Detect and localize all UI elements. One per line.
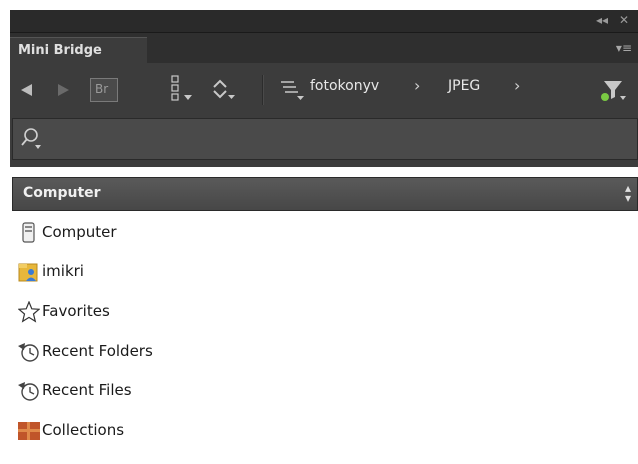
tab-row: Mini Bridge ▾≡: [10, 33, 638, 64]
star-icon: [18, 301, 40, 323]
list-item-label: Computer: [42, 223, 117, 241]
list-item-computer[interactable]: Computer: [18, 220, 318, 246]
navigation-toolbar: Br fotokonyv › JPEG ›: [10, 63, 638, 117]
toolbar-divider: [262, 75, 264, 105]
panel-menu-icon[interactable]: ▾≡: [616, 41, 632, 55]
search-input[interactable]: [12, 118, 638, 160]
breadcrumb-jpeg[interactable]: JPEG: [448, 78, 480, 94]
list-item-label: Collections: [42, 421, 125, 439]
sort-icon[interactable]: [210, 77, 236, 103]
close-icon[interactable]: ✕: [619, 12, 629, 28]
computer-icon: [22, 222, 35, 243]
list-item-recent-folders[interactable]: Recent Folders: [18, 339, 318, 365]
mini-bridge-panel: ◂◂ ✕ Mini Bridge ▾≡ Br fotokonyv › JPEG …: [10, 10, 638, 464]
tab-mini-bridge[interactable]: Mini Bridge: [10, 37, 147, 64]
list-item-recent-files[interactable]: Recent Files: [18, 378, 318, 404]
list-item-label: Recent Folders: [42, 342, 153, 360]
list-item-label: imikri: [42, 262, 84, 280]
bridge-button[interactable]: Br: [90, 78, 118, 102]
location-dropdown[interactable]: Computer ▴ ▾: [12, 177, 638, 211]
path-list-icon[interactable]: [280, 79, 306, 101]
list-item-collections[interactable]: Collections: [18, 418, 318, 444]
search-row: [10, 117, 638, 167]
collapse-icon[interactable]: ◂◂: [596, 12, 608, 28]
forward-arrow-icon[interactable]: [56, 82, 72, 98]
recent-files-icon: [18, 382, 39, 401]
breadcrumb-separator: ›: [414, 76, 421, 95]
list-item-label: Favorites: [42, 302, 110, 320]
back-arrow-icon[interactable]: [18, 82, 34, 98]
tab-label: Mini Bridge: [18, 43, 102, 58]
location-selected: Computer: [23, 185, 101, 201]
panel-header-strip: ◂◂ ✕: [10, 10, 638, 33]
view-icon[interactable]: [170, 75, 194, 105]
user-folder-icon: [18, 263, 38, 282]
breadcrumb-fotokonyv[interactable]: fotokonyv: [310, 78, 379, 94]
navigation-list: Computer imikri Favorites Recent Folders…: [10, 212, 638, 464]
recent-folders-icon: [18, 343, 39, 362]
list-item-label: Recent Files: [42, 381, 132, 399]
collections-icon: [18, 422, 40, 440]
list-item-imikri[interactable]: imikri: [18, 259, 318, 285]
dropdown-arrows-icon: ▴ ▾: [624, 181, 631, 205]
breadcrumb-separator[interactable]: ›: [514, 76, 520, 95]
bridge-label: Br: [95, 82, 109, 96]
filter-icon[interactable]: [596, 77, 628, 105]
search-icon[interactable]: [19, 127, 45, 151]
list-item-favorites[interactable]: Favorites: [18, 299, 318, 325]
